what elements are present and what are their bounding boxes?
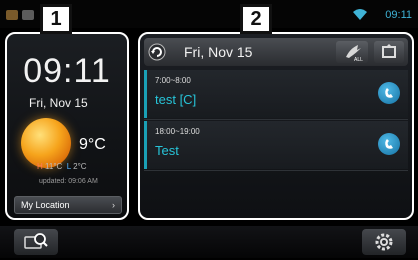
weather-date: Fri, Nov 15 bbox=[29, 96, 88, 110]
event-time: 7:00~8:00 bbox=[155, 76, 191, 85]
calendar-widget: Fri, Nov 15 ALL 7:00~8:00 test [C] 18:00… bbox=[138, 32, 414, 220]
all-calendar-icon: ALL bbox=[346, 45, 363, 63]
search-app-button[interactable] bbox=[14, 229, 58, 255]
all-events-button[interactable]: ALL bbox=[336, 41, 368, 63]
gear-icon bbox=[375, 233, 393, 251]
updated-time: updated: 09:06 AM bbox=[39, 178, 98, 185]
sd-card-icon bbox=[22, 10, 34, 20]
calendar-date: Fri, Nov 15 bbox=[184, 44, 253, 60]
my-location-label: My Location bbox=[21, 200, 70, 210]
phone-call-icon[interactable] bbox=[378, 82, 400, 104]
current-temperature: 9°C bbox=[79, 136, 106, 153]
event-title: Test bbox=[155, 143, 179, 158]
event-title: test [C] bbox=[155, 92, 197, 107]
bottom-bar bbox=[0, 226, 418, 258]
calendar-header: Fri, Nov 15 ALL bbox=[144, 38, 408, 66]
my-location-button[interactable]: My Location › bbox=[14, 196, 122, 214]
status-time: 09:11 bbox=[385, 9, 412, 21]
event-time: 18:00~19:00 bbox=[155, 127, 200, 136]
weather-widget[interactable]: 09:11 Fri, Nov 15 9°C H 11°C L 2°C updat… bbox=[5, 32, 129, 220]
callout-badge-1: 1 bbox=[40, 4, 72, 34]
high-low-temperature: H 11°C L 2°C bbox=[37, 162, 87, 171]
chevron-right-icon: › bbox=[112, 200, 115, 210]
wifi-icon bbox=[353, 9, 367, 20]
search-icon bbox=[24, 233, 48, 249]
refresh-icon[interactable] bbox=[148, 43, 166, 61]
event-item[interactable]: 18:00~19:00 Test bbox=[144, 121, 408, 169]
settings-button[interactable] bbox=[362, 229, 406, 255]
high-temperature: 11°C bbox=[45, 162, 63, 171]
sunny-weather-icon bbox=[21, 118, 71, 168]
event-divider bbox=[144, 170, 408, 171]
edit-button[interactable] bbox=[374, 41, 404, 63]
all-label: ALL bbox=[354, 57, 363, 63]
edit-icon bbox=[382, 44, 396, 58]
notification-icon bbox=[6, 10, 18, 20]
event-item[interactable]: 7:00~8:00 test [C] bbox=[144, 70, 408, 118]
event-divider bbox=[144, 119, 408, 120]
phone-call-icon[interactable] bbox=[378, 133, 400, 155]
high-label: H bbox=[37, 162, 43, 171]
weather-clock: 09:11 bbox=[23, 52, 111, 90]
callout-badge-2: 2 bbox=[240, 4, 272, 34]
low-temperature: 2°C bbox=[73, 162, 87, 171]
low-label: L bbox=[66, 162, 71, 171]
